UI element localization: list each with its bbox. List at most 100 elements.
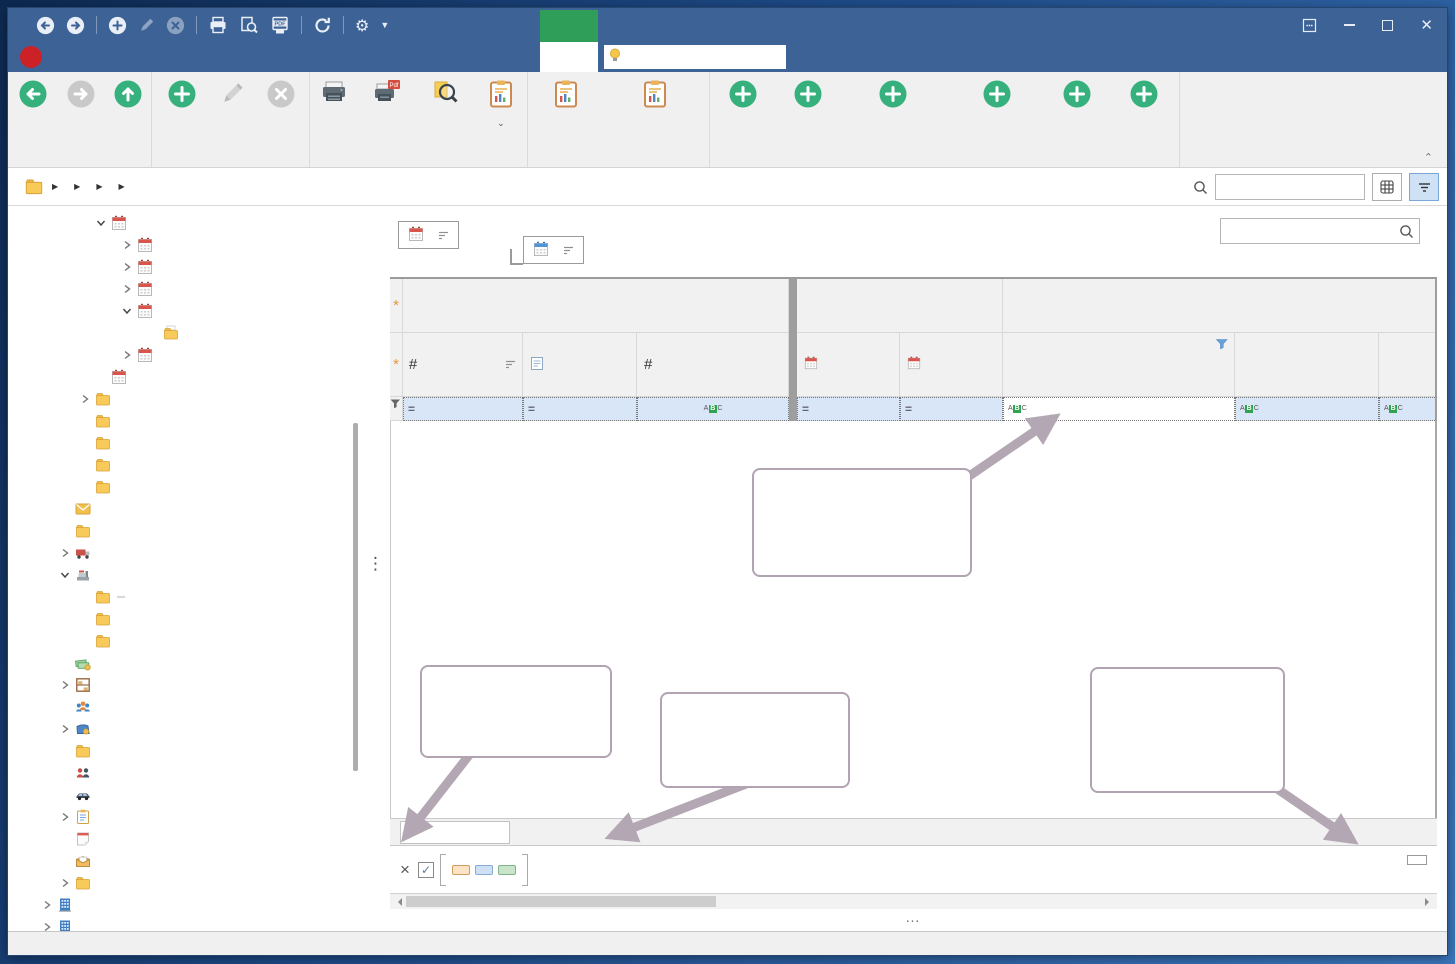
chevron-down-icon[interactable] — [92, 218, 110, 228]
refresh-icon[interactable] — [313, 16, 332, 35]
chevron-right-icon[interactable] — [56, 680, 74, 690]
menu-item-3[interactable] — [120, 42, 144, 72]
tree-item[interactable] — [8, 498, 382, 520]
filter-cell[interactable]: = — [523, 397, 637, 421]
tree-item[interactable] — [8, 542, 382, 564]
menu-item-2[interactable] — [96, 42, 120, 72]
filter-panel-button[interactable] — [1409, 173, 1439, 201]
filter-cell[interactable]: ABC — [1003, 397, 1235, 421]
chevron-right-icon[interactable] — [38, 922, 56, 931]
tree-item[interactable] — [8, 608, 382, 630]
tree-item[interactable] — [8, 586, 382, 608]
filter-cell[interactable]: = — [797, 397, 900, 421]
filter-remove-button[interactable]: × — [398, 860, 412, 880]
ribbon-button[interactable] — [710, 78, 776, 117]
bottom-panel-splitter[interactable]: … — [390, 909, 1437, 931]
tree-item[interactable] — [8, 432, 382, 454]
group-chip[interactable] — [523, 236, 584, 264]
ribbon-collapse-icon[interactable]: ⌃ — [1424, 151, 1433, 164]
tree-item[interactable] — [8, 212, 382, 234]
edit-filter-button[interactable] — [1407, 855, 1427, 865]
ribbon-button[interactable] — [603, 78, 707, 117]
chevron-right-icon[interactable] — [56, 812, 74, 822]
ribbon-button[interactable]: ⌄ — [475, 78, 527, 126]
contextual-tab-header[interactable] — [540, 10, 598, 42]
band-header[interactable] — [797, 279, 1003, 333]
ribbon-button[interactable] — [840, 78, 947, 117]
tree-item[interactable] — [8, 850, 382, 872]
filter-chip-field[interactable] — [452, 865, 470, 875]
tree-item[interactable] — [8, 806, 382, 828]
tree-item[interactable] — [8, 828, 382, 850]
filter-cell[interactable]: ABC — [1235, 397, 1379, 421]
minimize-button[interactable] — [1344, 24, 1355, 26]
global-search-input[interactable] — [1215, 174, 1365, 200]
chevron-right-icon[interactable] — [118, 240, 136, 250]
chevron-right-icon[interactable] — [56, 724, 74, 734]
chevron-right-icon[interactable] — [56, 548, 74, 558]
grid-search-input[interactable] — [1220, 218, 1420, 244]
column-header[interactable]: # — [637, 333, 789, 397]
back-icon[interactable] — [36, 16, 55, 35]
tree-item[interactable] — [8, 300, 382, 322]
tree-item[interactable] — [8, 520, 382, 542]
chevron-right-icon[interactable] — [118, 284, 136, 294]
splitter-handle[interactable]: ⋮ — [367, 554, 384, 574]
chevron-right-icon[interactable] — [118, 350, 136, 360]
ribbon-button[interactable] — [105, 78, 151, 117]
tree-item[interactable] — [8, 652, 382, 674]
preview-icon[interactable] — [239, 16, 259, 35]
filter-cell[interactable]: ABC — [1379, 397, 1437, 421]
filter-chip-value[interactable] — [498, 865, 516, 875]
column-header[interactable] — [1003, 333, 1235, 397]
tree-item[interactable] — [8, 234, 382, 256]
ribbon-button[interactable] — [948, 78, 1045, 117]
caret-down-icon[interactable]: ▼ — [380, 20, 389, 30]
scroll-right-arrow[interactable] — [1425, 898, 1433, 906]
grid-view-button[interactable] — [1372, 173, 1402, 201]
column-header[interactable] — [1235, 333, 1379, 397]
band-header[interactable] — [1003, 279, 1437, 333]
tree-item[interactable] — [8, 388, 382, 410]
horizontal-scrollbar[interactable] — [390, 893, 1437, 909]
tree-item[interactable] — [8, 762, 382, 784]
filter-cell[interactable]: = — [900, 397, 1003, 421]
column-header[interactable] — [900, 333, 1003, 397]
menu-item-5[interactable] — [168, 42, 192, 72]
menu-item-4[interactable] — [144, 42, 168, 72]
tree-item[interactable] — [8, 696, 382, 718]
ribbon-button[interactable] — [310, 78, 358, 117]
tab-faktury[interactable] — [540, 42, 598, 72]
column-header[interactable] — [1379, 333, 1437, 397]
tree-item[interactable] — [8, 894, 382, 916]
command-input[interactable] — [625, 50, 770, 65]
delete-icon[interactable] — [166, 16, 185, 35]
scrollbar-thumb[interactable] — [406, 896, 716, 907]
app-logo[interactable] — [20, 46, 42, 68]
close-button[interactable]: ✕ — [1420, 16, 1433, 34]
ribbon-button[interactable] — [417, 78, 473, 117]
tree-item[interactable] — [8, 740, 382, 762]
filter-cell[interactable]: = — [403, 397, 523, 421]
band-header[interactable] — [403, 279, 789, 333]
tree-item[interactable] — [8, 718, 382, 740]
tree-item[interactable] — [8, 784, 382, 806]
tree-item[interactable] — [8, 454, 382, 476]
ribbon-button[interactable] — [158, 78, 206, 117]
chevron-right-icon[interactable] — [38, 900, 56, 910]
edit-icon[interactable] — [138, 17, 155, 34]
maximize-button[interactable] — [1382, 20, 1393, 31]
scroll-left-arrow[interactable] — [394, 898, 402, 906]
chevron-right-icon[interactable] — [56, 878, 74, 888]
forward-icon[interactable] — [66, 16, 85, 35]
tree-item[interactable] — [8, 322, 382, 344]
tree-item[interactable] — [8, 344, 382, 366]
tree-item[interactable] — [8, 476, 382, 498]
tree-item[interactable] — [8, 872, 382, 894]
tree-item[interactable] — [8, 916, 382, 931]
ribbon-button[interactable] — [1109, 78, 1179, 117]
filter-chip-operator[interactable] — [475, 865, 493, 875]
ribbon-button[interactable] — [531, 78, 601, 117]
chevron-right-icon[interactable] — [118, 262, 136, 272]
chevron-right-icon[interactable] — [76, 394, 94, 404]
